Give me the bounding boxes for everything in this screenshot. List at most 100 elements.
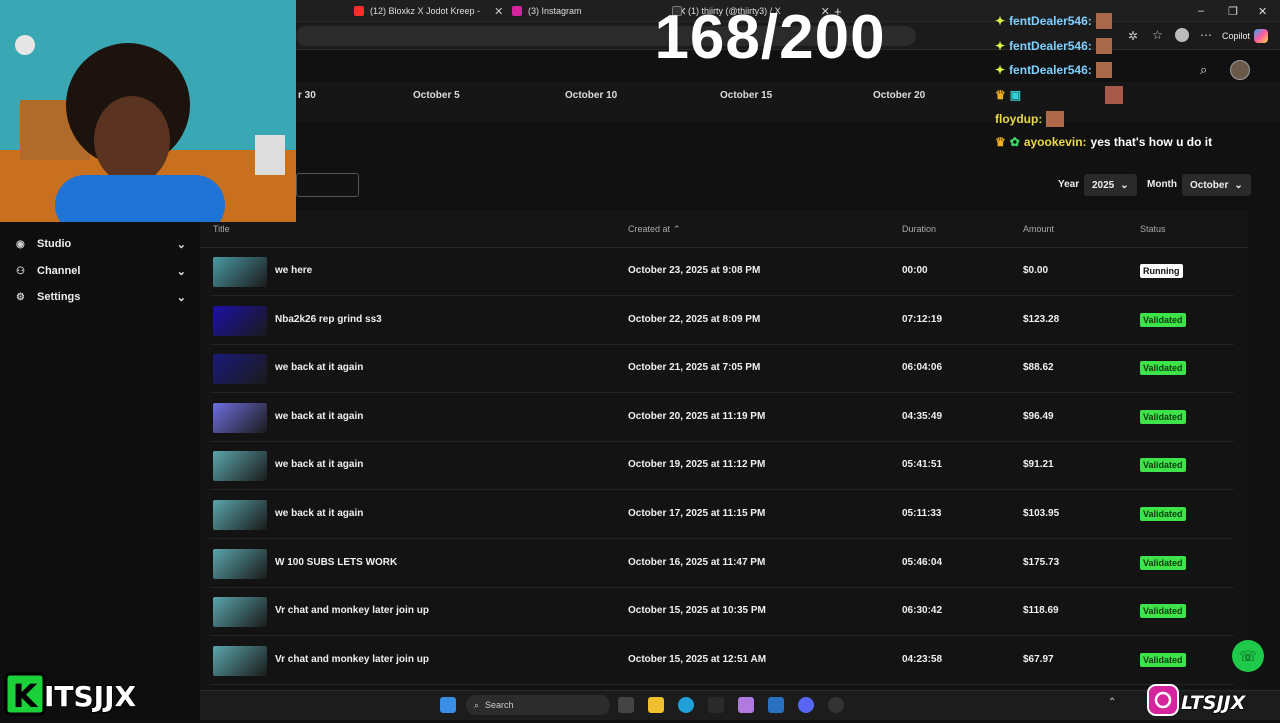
table-row[interactable]: we back at it again October 21, 2025 at 7… <box>210 345 1234 394</box>
chevron-down-icon: ⌄ <box>176 291 186 304</box>
copilot-button[interactable]: Copilot <box>1222 29 1269 43</box>
stream-title[interactable]: we here <box>275 265 312 276</box>
column-header-status[interactable]: Status <box>1140 224 1166 234</box>
stream-thumbnail[interactable] <box>213 451 267 482</box>
extensions-icon[interactable]: ✲ <box>1128 29 1138 43</box>
avatar[interactable] <box>1230 60 1250 80</box>
store-icon[interactable] <box>768 697 784 713</box>
stream-thumbnail[interactable] <box>213 500 267 530</box>
stream-title[interactable]: we back at it again <box>275 411 363 422</box>
app-icon[interactable] <box>738 697 754 713</box>
favorites-icon[interactable]: ☆ <box>1152 28 1163 42</box>
stream-created-at: October 15, 2025 at 10:35 PM <box>628 605 766 617</box>
crown-icon: ♛ <box>995 135 1006 149</box>
stream-thumbnail[interactable] <box>213 597 267 628</box>
stream-amount: $96.49 <box>1023 410 1054 422</box>
channel-icon: ⚇ <box>16 265 25 277</box>
year-select[interactable]: 2025 ⌄ <box>1084 174 1137 196</box>
obs-icon[interactable] <box>828 697 844 713</box>
stream-thumbnail[interactable] <box>213 548 267 579</box>
table-row[interactable]: Vr chat and monkey later join up October … <box>210 588 1234 637</box>
task-view-icon[interactable] <box>618 697 634 713</box>
svg-text:LTSJJX: LTSJJX <box>1181 692 1247 714</box>
sidebar-item-settings[interactable]: ⚙ Settings ⌄ <box>16 286 186 308</box>
more-icon[interactable]: ⋯ <box>1200 28 1212 42</box>
file-explorer-icon[interactable] <box>648 697 664 713</box>
stream-created-at: October 15, 2025 at 12:51 AM <box>628 653 767 665</box>
stream-title[interactable]: Vr chat and monkey later join up <box>275 605 429 616</box>
stream-title[interactable]: we back at it again <box>275 362 363 373</box>
table-row[interactable]: we back at it again October 19, 2025 at 1… <box>210 442 1234 491</box>
status-badge: Validated <box>1140 361 1186 376</box>
stream-created-at: October 19, 2025 at 11:12 PM <box>628 459 766 471</box>
stream-thumbnail[interactable] <box>213 402 267 433</box>
discord-icon[interactable] <box>798 697 814 713</box>
month-select[interactable]: October ⌄ <box>1182 174 1251 196</box>
chevron-down-icon: ⌄ <box>176 265 186 278</box>
status-badge: Validated <box>1140 409 1186 424</box>
chat-message: floydup: <box>995 111 1065 127</box>
chevron-down-icon: ⌄ <box>176 238 186 251</box>
chat-message: ✦ fentDealer546: <box>995 13 1112 29</box>
stream-title[interactable]: W 100 SUBS LETS WORK <box>275 557 397 568</box>
edge-icon[interactable] <box>678 697 694 713</box>
table-row[interactable]: Nba2k26 rep grind ss3 October 22, 2025 at… <box>210 297 1234 345</box>
table-row[interactable]: W 100 SUBS LETS WORK October 16, 2025 at … <box>210 540 1234 588</box>
column-header-title[interactable]: Title <box>213 224 230 234</box>
sidebar-item-label: Settings <box>37 291 81 303</box>
sort-ascending-icon: ⌃ <box>673 224 681 234</box>
minimize-button[interactable]: – <box>1198 5 1204 17</box>
emote-icon <box>1095 13 1112 29</box>
stream-thumbnail[interactable] <box>213 645 267 676</box>
profile-avatar[interactable] <box>1175 28 1189 42</box>
windows-start-icon[interactable] <box>440 697 456 713</box>
chat-text: yes that's how u do it <box>1090 135 1213 149</box>
table-row[interactable]: we here October 23, 2025 at 9:08 PM 00:00 $… <box>210 248 1234 296</box>
sidebar-item-channel[interactable]: ⚇ Channel ⌄ <box>16 260 186 282</box>
status-badge: Validated <box>1140 555 1186 570</box>
sidebar-item-studio[interactable]: ◉ Studio ⌄ <box>16 233 186 255</box>
search-icon: ⌕ <box>474 699 480 710</box>
column-header-duration[interactable]: Duration <box>902 224 936 234</box>
search-input[interactable] <box>296 173 359 197</box>
status-badge: Validated <box>1140 458 1186 473</box>
stream-title[interactable]: Nba2k26 rep grind ss3 <box>275 314 382 325</box>
stream-title[interactable]: we back at it again <box>275 459 363 470</box>
table-row[interactable]: Vr chat and monkey later join up October … <box>210 637 1234 685</box>
month-label: Month <box>1147 179 1177 190</box>
chat-username: ayookevin: <box>1023 135 1087 149</box>
close-window-button[interactable]: ✕ <box>1258 5 1267 18</box>
stream-thumbnail[interactable] <box>213 257 267 287</box>
stream-duration: 00:00 <box>902 265 928 276</box>
stream-amount: $91.21 <box>1023 459 1054 471</box>
stream-title[interactable]: we back at it again <box>275 508 363 519</box>
table-row[interactable]: we back at it again October 20, 2025 at 1… <box>210 394 1234 442</box>
tab-youtube[interactable]: (12) Bloxkz X Jodot Kreep - ✕ <box>354 2 503 20</box>
sparkle-icon: ✦ <box>995 39 1006 53</box>
tray-chevron-icon[interactable]: ⌃ <box>1108 697 1116 708</box>
support-chat-button[interactable]: ☏ <box>1232 640 1264 672</box>
chat-username: fentDealer546: <box>1009 39 1092 53</box>
stream-thumbnail[interactable] <box>213 305 267 336</box>
emote-icon <box>1095 38 1112 54</box>
maximize-button[interactable]: ❐ <box>1228 5 1238 18</box>
stream-duration: 04:35:49 <box>902 410 943 422</box>
stream-duration: 05:46:04 <box>902 556 943 568</box>
chat-message: ✦ fentDealer546: <box>995 38 1112 54</box>
stream-duration: 04:23:58 <box>902 653 943 665</box>
stream-amount: $0.00 <box>1023 265 1049 276</box>
taskbar-search[interactable]: ⌕ Search <box>466 695 610 715</box>
webcam-image <box>0 0 296 222</box>
column-header-created[interactable]: Created at ⌃ <box>628 224 681 235</box>
stream-thumbnail[interactable] <box>213 354 267 385</box>
app-icon[interactable] <box>708 697 724 713</box>
stream-duration: 05:41:51 <box>902 459 943 471</box>
stream-title[interactable]: Vr chat and monkey later join up <box>275 654 429 665</box>
gear-icon: ⚙ <box>16 291 25 303</box>
chat-message: ✦ fentDealer546: <box>995 62 1112 78</box>
kitsjjx-logo: K ITSJJX <box>4 670 164 718</box>
table-row[interactable]: we back at it again October 17, 2025 at 1… <box>210 491 1234 539</box>
notification-icon[interactable]: ⌕ <box>1200 62 1207 78</box>
close-icon[interactable]: ✕ <box>494 5 503 18</box>
column-header-amount[interactable]: Amount <box>1023 224 1054 234</box>
